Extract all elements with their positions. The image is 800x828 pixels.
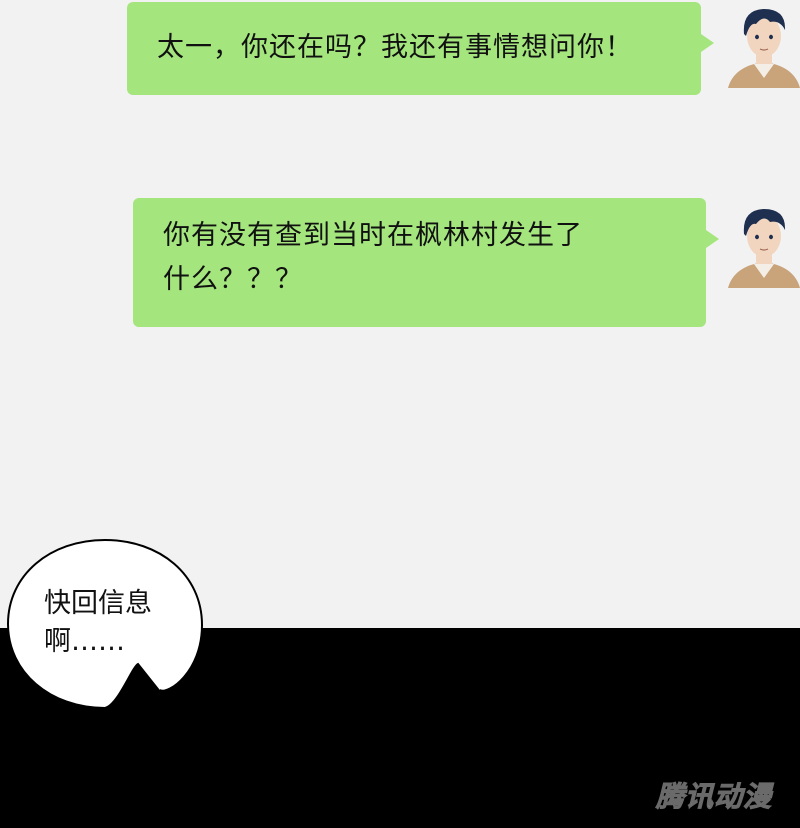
message-bubble: 你有没有查到当时在枫林村发生了 什么？？？	[133, 198, 719, 327]
speech-line: 啊……	[44, 626, 125, 657]
watermark: 腾讯动漫	[655, 780, 773, 814]
message-text-line: 你有没有查到当时在枫林村发生了	[163, 220, 583, 251]
speech-text: 快回信息 啊……	[44, 585, 184, 661]
message-text-line: 什么？？？	[163, 264, 303, 295]
message-bubble: 太一，你还在吗？我还有事情想问你！	[127, 2, 714, 95]
speech-line: 快回信息	[44, 588, 152, 619]
message-text: 太一，你还在吗？我还有事情想问你！	[157, 32, 633, 63]
avatar	[728, 9, 800, 88]
avatar	[728, 209, 800, 288]
